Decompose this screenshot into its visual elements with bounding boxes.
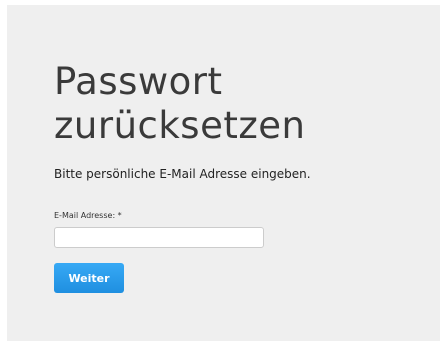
page-subtitle: Bitte persönliche E-Mail Adresse eingebe… <box>54 167 311 181</box>
email-input[interactable] <box>54 227 264 248</box>
email-field-label: E-Mail Adresse: * <box>54 211 122 220</box>
reset-password-panel: Passwort zurücksetzen Bitte persönliche … <box>7 5 440 341</box>
submit-button[interactable]: Weiter <box>54 263 124 293</box>
page-title: Passwort zurücksetzen <box>54 60 306 147</box>
